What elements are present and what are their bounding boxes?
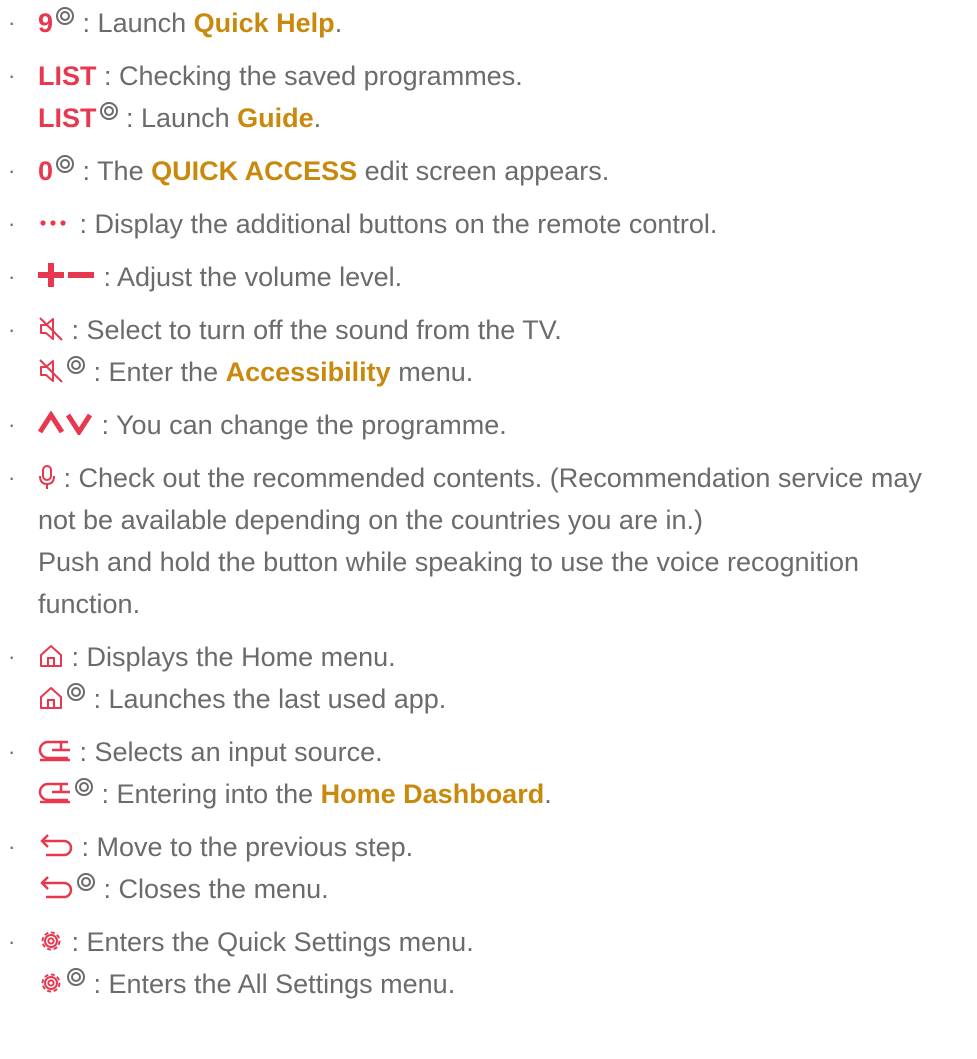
bullet-dot: · xyxy=(8,929,16,954)
back-arrow-icon xyxy=(40,876,73,899)
ok-hold-icon xyxy=(99,102,118,120)
bullet-dot: · xyxy=(8,10,16,35)
list-item: · : Move to the previous step. : Closes … xyxy=(0,826,970,910)
bullet-dot: · xyxy=(8,211,16,236)
list-item: · : Displays the Home menu. : Launches t… xyxy=(0,636,970,720)
home-icon xyxy=(40,645,62,667)
key-list: LIST xyxy=(38,61,97,91)
ok-hold-icon xyxy=(56,155,75,173)
key-9: 9 xyxy=(38,8,54,38)
bullet-dot: · xyxy=(8,412,16,437)
list-item: · 0 : The QUICK ACCESS edit screen appea… xyxy=(0,150,970,192)
more-dots-icon xyxy=(40,220,66,226)
list-item: · : Check out the recommended contents. … xyxy=(0,457,970,625)
back-arrow-icon xyxy=(40,834,73,857)
link-accessibility[interactable]: Accessibility xyxy=(226,357,391,387)
ok-hold-icon xyxy=(67,683,85,701)
microphone-icon xyxy=(39,465,55,489)
input-source-icon xyxy=(38,740,70,762)
list-item: · : You can change the programme. xyxy=(0,404,970,446)
ok-hold-icon xyxy=(77,873,95,891)
channel-up-down-icon xyxy=(38,411,93,435)
remote-button-list: · 9 : Launch Quick Help. · LIST : Checki… xyxy=(0,2,970,1016)
ok-hold-icon xyxy=(75,778,93,796)
link-quick-help[interactable]: Quick Help xyxy=(194,8,335,38)
volume-plus-minus-icon xyxy=(38,263,94,287)
link-quick-access[interactable]: QUICK ACCESS xyxy=(151,156,357,186)
settings-gear-icon xyxy=(41,931,61,951)
input-source-icon xyxy=(38,782,70,804)
list-item: · : Display the additional buttons on th… xyxy=(0,203,970,245)
ok-hold-icon xyxy=(56,7,75,25)
bullet-dot: · xyxy=(8,465,16,490)
bullet-dot: · xyxy=(8,739,16,764)
settings-gear-icon xyxy=(41,973,61,993)
bullet-dot: · xyxy=(8,264,16,289)
link-home-dashboard[interactable]: Home Dashboard xyxy=(321,779,545,809)
bullet-dot: · xyxy=(8,158,16,183)
bullet-dot: · xyxy=(8,63,16,88)
list-item: · 9 : Launch Quick Help. xyxy=(0,2,970,44)
bullet-dot: · xyxy=(8,834,16,859)
list-item: · : Selects an input source. : Entering … xyxy=(0,731,970,815)
link-guide[interactable]: Guide xyxy=(237,103,314,133)
key-list-hold: LIST xyxy=(38,103,97,133)
ok-hold-icon xyxy=(67,968,85,986)
bullet-dot: · xyxy=(8,644,16,669)
list-item: · LIST : Checking the saved programmes. … xyxy=(0,55,970,139)
ok-hold-icon xyxy=(67,356,85,374)
bullet-dot: · xyxy=(8,317,16,342)
list-item: · : Select to turn off the sound from th… xyxy=(0,309,970,393)
home-icon xyxy=(40,687,62,709)
list-item: · : Enters the Quick Settings menu. : En… xyxy=(0,921,970,1005)
list-item: · : Adjust the volume level. xyxy=(0,256,970,298)
mute-icon xyxy=(39,317,63,341)
key-0: 0 xyxy=(38,156,54,186)
mute-icon xyxy=(39,359,63,383)
